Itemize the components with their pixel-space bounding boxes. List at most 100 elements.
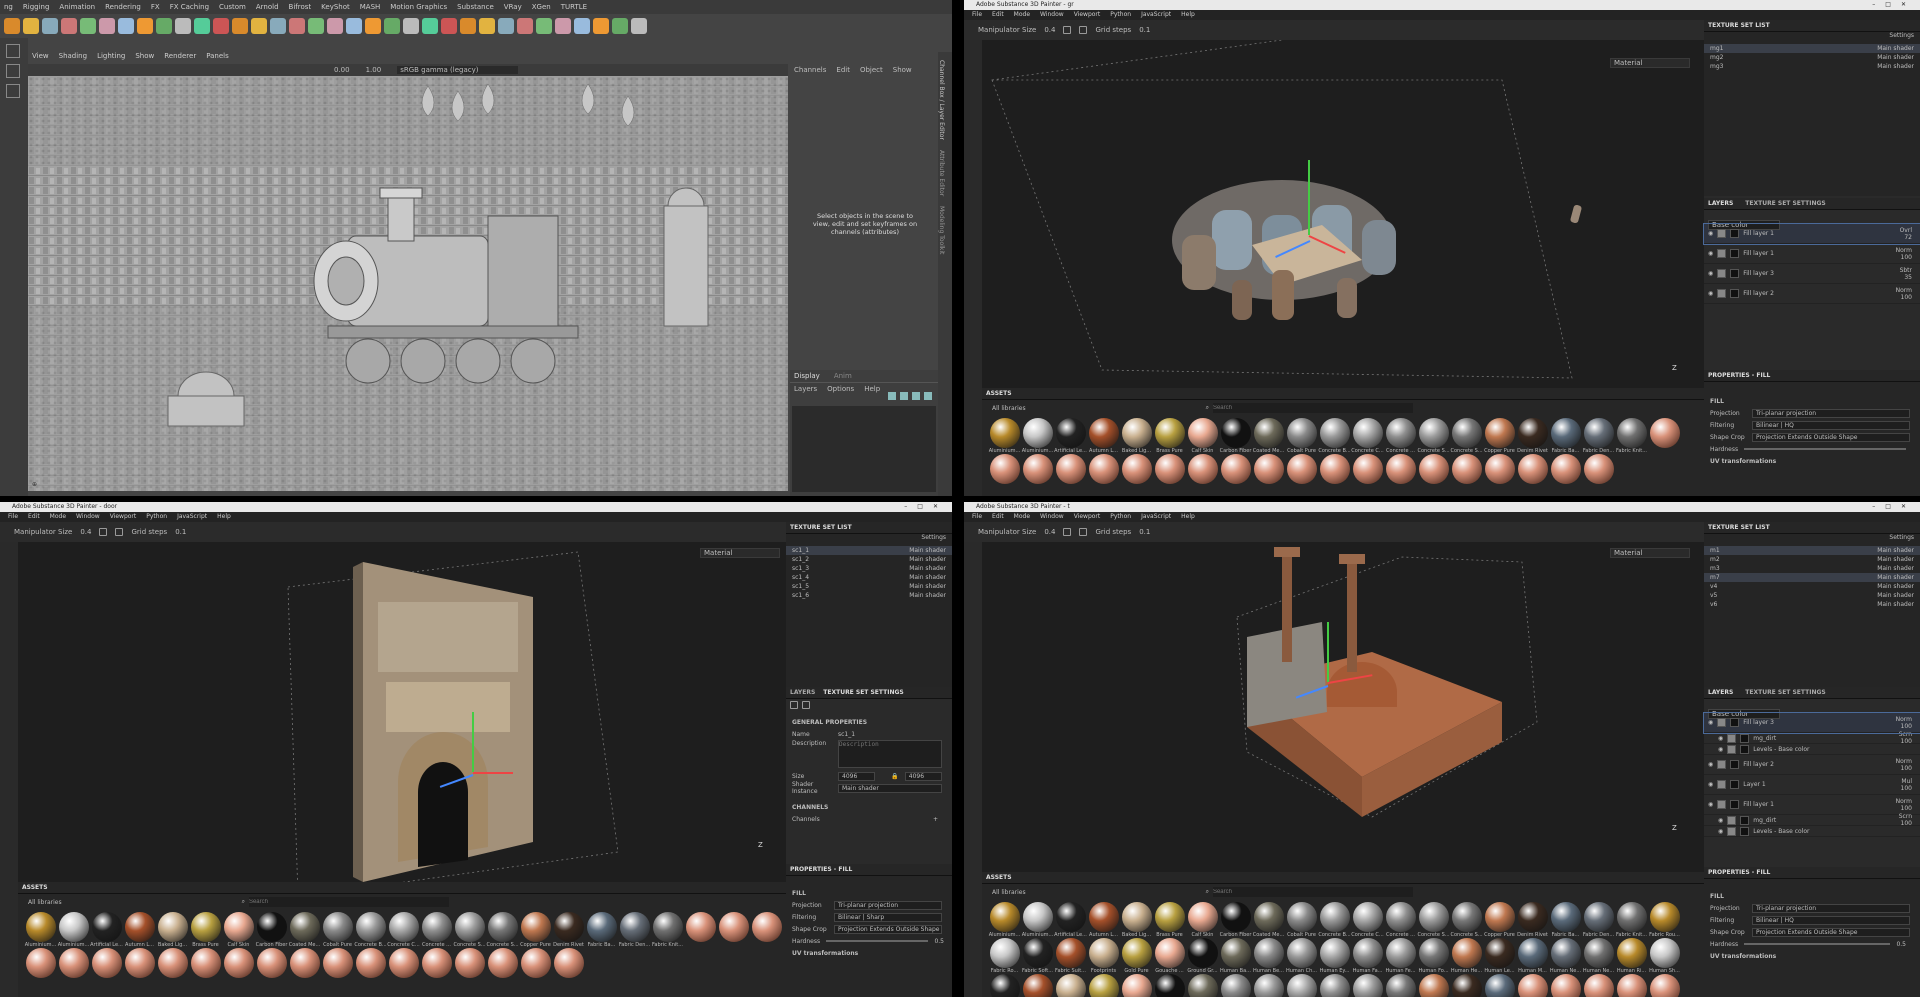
property-select[interactable]: Bilinear | Sharp xyxy=(834,912,942,922)
material-item[interactable] xyxy=(519,948,552,978)
material-item[interactable] xyxy=(1285,454,1318,484)
maya-menu-item-6[interactable]: Custom xyxy=(219,3,246,11)
eye-icon[interactable]: ◉ xyxy=(1718,817,1723,824)
viewport-menu-item-1[interactable]: Shading xyxy=(59,52,87,64)
layer-blend-mode[interactable]: Sbtr xyxy=(1900,267,1912,274)
shelf-tool-icon[interactable] xyxy=(80,18,96,34)
material-item[interactable] xyxy=(1648,974,1681,997)
texture-set-row[interactable]: v6 Main shader xyxy=(1704,600,1920,609)
gizmo-y-axis[interactable] xyxy=(1308,160,1310,235)
material-item[interactable] xyxy=(1516,454,1549,484)
layer-down-icon[interactable] xyxy=(924,392,932,400)
shelf-tool-icon[interactable] xyxy=(327,18,343,34)
shelf-tool-icon[interactable] xyxy=(384,18,400,34)
layer-blend-mode[interactable]: Scrn xyxy=(1899,731,1912,738)
texture-set-row[interactable]: v5 Main shader xyxy=(1704,591,1920,600)
shelf-tool-icon[interactable] xyxy=(365,18,381,34)
layer-opacity[interactable]: 100 xyxy=(1901,738,1912,745)
material-item[interactable]: Fabric Den... xyxy=(1582,902,1615,938)
all-libraries-item[interactable]: All libraries xyxy=(28,899,62,906)
material-item[interactable]: Iron Spotted xyxy=(1417,974,1450,997)
material-item[interactable]: Denim Rivet xyxy=(1516,902,1549,938)
settings-button[interactable]: Settings xyxy=(921,534,946,546)
eye-icon[interactable]: ◉ xyxy=(1708,781,1713,788)
maya-menu-item-10[interactable]: MASH xyxy=(360,3,381,11)
layer-name[interactable]: Levels - Base color xyxy=(1753,746,1908,753)
material-item[interactable] xyxy=(1417,454,1450,484)
layer-up-icon[interactable] xyxy=(912,392,920,400)
texture-set-shader[interactable]: Main shader xyxy=(909,564,946,573)
shelf-tool-icon[interactable] xyxy=(441,18,457,34)
material-item[interactable] xyxy=(453,948,486,978)
layer-row[interactable]: ◉ Fill layer 1 Norm 100 xyxy=(1704,795,1920,815)
layer-menu-item-0[interactable]: Layers xyxy=(794,385,817,393)
material-item[interactable]: Aluminium... xyxy=(24,912,57,948)
menu-item-3[interactable]: Window xyxy=(1040,10,1064,20)
menu-item-2[interactable]: Mode xyxy=(50,512,66,522)
shelf-tool-icon[interactable] xyxy=(574,18,590,34)
eye-icon[interactable]: ◉ xyxy=(1718,735,1723,742)
channel-box-menu-item-1[interactable]: Edit xyxy=(836,66,850,74)
material-item[interactable]: Calf Skin xyxy=(1186,902,1219,938)
tab-display[interactable]: Display xyxy=(794,372,820,380)
maya-menu-item-2[interactable]: Animation xyxy=(59,3,95,11)
shelf-tool-icon[interactable] xyxy=(118,18,134,34)
material-item[interactable] xyxy=(750,912,783,948)
rotate-icon[interactable] xyxy=(1079,528,1088,536)
material-item[interactable]: Human Wr... xyxy=(988,974,1021,997)
material-item[interactable] xyxy=(1351,454,1384,484)
size-select-2[interactable]: 4096 xyxy=(904,771,943,781)
material-item[interactable]: Iron Galva... xyxy=(1120,974,1153,997)
menu-item-2[interactable]: Mode xyxy=(1014,512,1030,522)
material-item[interactable]: Baked Lig... xyxy=(156,912,189,948)
material-item[interactable] xyxy=(1450,454,1483,484)
shelf-tool-icon[interactable] xyxy=(422,18,438,34)
shelf-tool-icon[interactable] xyxy=(270,18,286,34)
menu-item-7[interactable]: Help xyxy=(1181,512,1195,522)
hardness-value[interactable]: 0.5 xyxy=(1896,941,1906,948)
move-tool-icon[interactable] xyxy=(6,64,20,78)
menu-item-7[interactable]: Help xyxy=(217,512,231,522)
layer-row[interactable]: ◉ Fill layer 1 Norm 100 xyxy=(1704,244,1920,264)
colorspace-select[interactable]: sRGB gamma (legacy) xyxy=(397,66,519,74)
layer-opacity[interactable]: 100 xyxy=(1901,294,1912,301)
shelf-tool-icon[interactable] xyxy=(517,18,533,34)
material-item[interactable]: Brass Pure xyxy=(1153,418,1186,454)
material-item[interactable]: Fabric Den... xyxy=(618,912,651,948)
material-item[interactable]: Iron Ham... xyxy=(1219,974,1252,997)
tab-anim[interactable]: Anim xyxy=(834,372,852,380)
texture-set-shader[interactable]: Main shader xyxy=(1877,573,1914,582)
layer-name[interactable]: Fill layer 3 xyxy=(1743,270,1895,277)
maya-menu-item-4[interactable]: FX xyxy=(151,3,160,11)
maya-menu-item-0[interactable]: ng xyxy=(4,3,13,11)
material-item[interactable]: Autumn L... xyxy=(1087,902,1120,938)
layer-opacity[interactable]: 100 xyxy=(1901,254,1912,261)
material-item[interactable]: Fabric Knit... xyxy=(1615,902,1648,938)
name-value[interactable]: sc1_1 xyxy=(838,731,855,738)
layer-blend-mode[interactable]: Scrn xyxy=(1899,813,1912,820)
shelf-tool-icon[interactable] xyxy=(23,18,39,34)
material-item[interactable]: Aluminium... xyxy=(1021,902,1054,938)
eye-icon[interactable]: ◉ xyxy=(1708,230,1713,237)
property-select[interactable]: Bilinear | HQ xyxy=(1752,915,1910,925)
shelf-tool-icon[interactable] xyxy=(498,18,514,34)
eye-icon[interactable]: ◉ xyxy=(1708,761,1713,768)
layer-blend-mode[interactable]: Norm xyxy=(1896,758,1912,765)
material-item[interactable]: Footprints xyxy=(1087,938,1120,974)
assets-search-input[interactable] xyxy=(1212,403,1413,413)
material-item[interactable]: Human He... xyxy=(1450,938,1483,974)
uv-transformations-label[interactable]: UV transformations xyxy=(792,950,858,957)
material-item[interactable]: Artificial Le... xyxy=(1054,418,1087,454)
material-item[interactable] xyxy=(1516,974,1549,997)
shelf-tool-icon[interactable] xyxy=(4,18,20,34)
material-item[interactable]: Ground Gr... xyxy=(1186,938,1219,974)
material-item[interactable]: Denim Rivet xyxy=(552,912,585,948)
material-item[interactable] xyxy=(1120,454,1153,484)
exposure-value[interactable]: 0.00 xyxy=(334,66,350,74)
layer-menu-item-2[interactable]: Help xyxy=(864,385,880,393)
layer-name[interactable]: mg_dirt xyxy=(1753,735,1894,742)
grid-steps-value[interactable]: 0.1 xyxy=(175,528,186,536)
material-item[interactable]: Baked Lig... xyxy=(1120,902,1153,938)
layer-opacity[interactable]: 72 xyxy=(1904,234,1912,241)
material-item[interactable]: Calf Skin xyxy=(1186,418,1219,454)
